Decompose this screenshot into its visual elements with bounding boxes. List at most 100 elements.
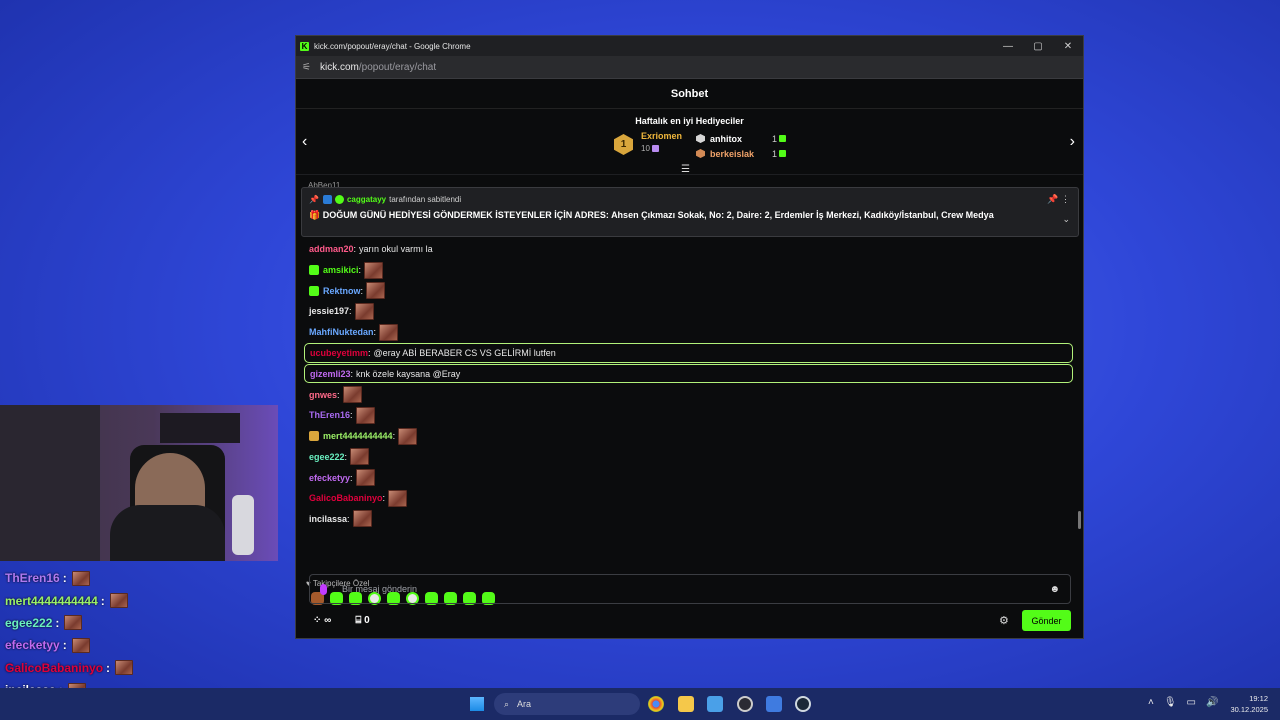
taskbar-clock[interactable]: 19:12 30.12.2025 [1226, 693, 1268, 715]
username-separator: : [347, 513, 350, 524]
chat-message[interactable]: ThEren16: [296, 405, 1083, 426]
streamer-hoodie [110, 505, 225, 561]
username-separator: : [360, 285, 364, 296]
top-gifters-panel: Haftalık en iyi Hediyeciler ‹ › 1 Exriom… [296, 109, 1083, 175]
chat-username[interactable]: Rektnow [323, 286, 361, 296]
maximize-button[interactable]: ▢ [1023, 41, 1053, 52]
chat-username[interactable]: MahfiNuktedan [309, 327, 374, 337]
window-title: kick.com/popout/eray/chat - Google Chrom… [314, 41, 471, 51]
chat-message[interactable]: MahfiNuktedan: [296, 322, 1083, 343]
chat-username[interactable]: mert4444444444 [323, 431, 393, 441]
username-separator: : [350, 368, 354, 379]
taskbar-search[interactable]: ⌕ Ara [494, 693, 640, 715]
username-separator: : [349, 306, 352, 317]
windows-start-icon[interactable] [470, 697, 484, 711]
gifter-count: 1 [772, 148, 778, 159]
gifter-row[interactable]: anhitox 1 [696, 131, 787, 146]
gear-icon[interactable]: ⚙ [999, 614, 1009, 627]
pinned-by-suffix: tarafından sabitlendi [389, 195, 462, 204]
first-gifter[interactable]: Exriomen 10 [641, 131, 682, 161]
username-separator: : [350, 472, 353, 483]
chat-message[interactable]: egee222: [296, 447, 1083, 468]
chat-message[interactable]: gnwes: [296, 384, 1083, 405]
chat-message-text: knk özele kaysana @Eray [356, 368, 461, 379]
previous-arrow-icon[interactable]: ‹ [302, 133, 307, 151]
photos-icon[interactable] [707, 696, 723, 712]
chat-message[interactable]: ucubeyetimm: @eray ABİ BERABER CS VS GELİ… [304, 343, 1073, 363]
overlay-chat-message: ThEren16: [5, 567, 134, 589]
chat-username[interactable]: jessie197 [309, 306, 349, 316]
pinned-message-text: 🎁 DOĞUM GÜNÜ HEDİYESİ GÖNDERMEK İSTEYENL… [309, 210, 994, 220]
chat-message[interactable]: incilassa: [296, 509, 1083, 530]
network-icon[interactable]: ▭ [1187, 697, 1196, 708]
overlay-username: GalicoBabaninyo [5, 660, 104, 675]
chat-message-text: @eray ABİ BERABER CS VS GELİRMİ lutfen [373, 348, 556, 359]
subscriber-badge-icon [334, 195, 344, 204]
emote-image [64, 615, 83, 631]
user-badge-icon [309, 431, 319, 442]
chat-message[interactable]: addman20: yarın okul varmı la [296, 239, 1083, 260]
emoji-icon[interactable]: ☻ [1049, 584, 1060, 595]
file-explorer-icon[interactable] [678, 696, 694, 712]
chat-message[interactable]: GalicoBabaninyo: [296, 488, 1083, 509]
message-input[interactable]: Bir mesaj gönderin ☻ [309, 574, 1071, 604]
wall-poster [160, 413, 240, 443]
message-input-placeholder: Bir mesaj gönderin [342, 584, 418, 594]
microphone-icon[interactable]: 🎙 [1164, 697, 1177, 708]
chat-username[interactable]: gnwes [309, 390, 337, 400]
user-badge-icon [309, 285, 319, 296]
chat-username[interactable]: addman20 [309, 244, 354, 254]
chat-username[interactable]: ucubeyetimm [310, 348, 368, 358]
chat-username[interactable]: incilassa [309, 514, 347, 524]
bronze-rank-icon [696, 149, 706, 158]
chat-message[interactable]: Rektnow: [296, 280, 1083, 301]
chevron-up-icon[interactable]: ˄ [1148, 697, 1154, 708]
clock-time: 19:12 [1249, 694, 1268, 703]
chevron-down-icon[interactable]: ⌄ [1062, 214, 1070, 225]
pinned-by-user[interactable]: caggatayy [347, 195, 386, 204]
address-bar[interactable]: ⚟ kick.com/popout/eray/chat [296, 56, 1083, 79]
chat-message[interactable]: amsikici: [296, 260, 1083, 281]
send-button[interactable]: Gönder [1022, 610, 1071, 631]
system-tray: ˄ 🎙 ▭ 🔊 [1148, 697, 1218, 708]
chat-username[interactable]: GalicoBabaninyo [309, 493, 383, 503]
gift-button[interactable]: ⌸ 0 [355, 615, 369, 626]
chat-message[interactable]: mert4444444444: [296, 426, 1083, 447]
site-settings-icon[interactable]: ⚟ [302, 62, 311, 73]
points-button[interactable]: ⁘ ∞ [313, 615, 331, 626]
chat-message[interactable]: efecketyy: [296, 467, 1083, 488]
chat-username[interactable]: egee222 [309, 452, 345, 462]
unpin-icon[interactable]: 📌 ⋮ [1047, 194, 1070, 205]
chat-username[interactable]: ThEren16 [309, 410, 350, 420]
username-separator: : [344, 451, 348, 462]
emote-image [366, 282, 386, 300]
username-separator: : [62, 571, 67, 586]
chrome-icon[interactable] [648, 696, 664, 712]
other-gifters: anhitox 1 berkeislak 1 [696, 131, 787, 161]
overlay-username: ThEren16 [5, 571, 60, 586]
pinned-message[interactable]: 📌 caggatayy tarafından sabitlendi 🎁 DOĞU… [301, 187, 1079, 237]
chat-message[interactable]: jessie197: [296, 301, 1083, 322]
emote-image [354, 302, 374, 320]
app-icon[interactable] [766, 696, 782, 712]
moderator-badge-icon [322, 195, 332, 204]
minimize-button[interactable]: — [993, 41, 1023, 52]
collapse-icon[interactable]: ☰ [681, 164, 690, 175]
volume-icon[interactable]: 🔊 [1206, 697, 1218, 708]
emote-image [350, 448, 370, 466]
app-icon[interactable] [737, 696, 753, 712]
emote-image [364, 261, 384, 279]
chat-scrollbar[interactable] [1078, 511, 1081, 529]
microphone-icon[interactable] [320, 583, 327, 595]
taskbar-search-label: Ara [517, 699, 532, 709]
close-button[interactable]: ✕ [1053, 41, 1083, 52]
chat-username[interactable]: gizemli23 [310, 369, 351, 379]
overlay-chat-message: mert4444444444: [5, 589, 134, 611]
gifter-row[interactable]: berkeislak 1 [696, 146, 787, 161]
next-arrow-icon[interactable]: › [1070, 133, 1075, 151]
username-separator: : [106, 660, 111, 675]
chat-username[interactable]: efecketyy [309, 473, 350, 483]
chat-username[interactable]: amsikici [323, 265, 359, 275]
steam-icon[interactable] [795, 696, 811, 712]
chat-message[interactable]: gizemli23: knk özele kaysana @Eray [304, 363, 1073, 384]
